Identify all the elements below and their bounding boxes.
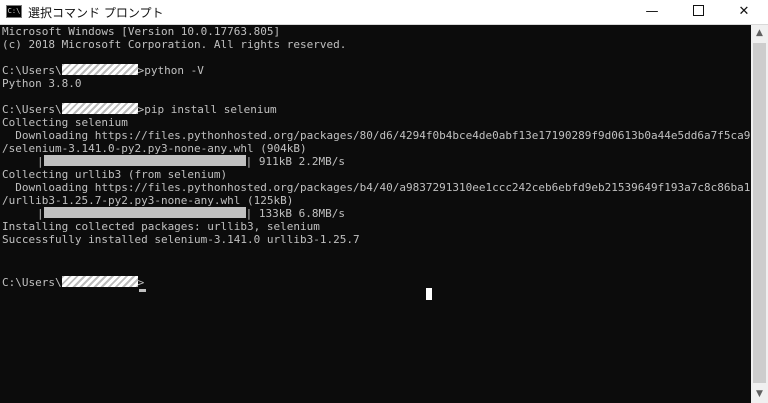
prompt-path: C:\Users\ — [2, 276, 62, 289]
prompt-path: C:\Users\ — [2, 103, 62, 116]
progress-stats: | 133kB 6.8MB/s — [245, 207, 345, 220]
progress-left-edge: | — [37, 155, 44, 168]
console-line-download-selenium: Downloading https://files.pythonhosted.o… — [2, 129, 751, 142]
maximize-button[interactable] — [675, 0, 721, 24]
console-line-python-version: Python 3.8.0 — [2, 77, 82, 90]
console-line-selenium-file: /selenium-3.141.0-py2.py3-none-any.whl (… — [2, 142, 307, 155]
scroll-down-arrow-icon[interactable]: ▼ — [751, 386, 768, 403]
window-title: 選択コマンド プロンプト — [28, 6, 164, 20]
progress-bar-selenium — [43, 155, 246, 166]
console-line-collecting-selenium: Collecting selenium — [2, 116, 128, 129]
console-line-progress-selenium: | | 911kB 2.2MB/s — [2, 155, 345, 168]
console-line-copyright: (c) 2018 Microsoft Corporation. All righ… — [2, 38, 347, 51]
minimize-button[interactable]: — — [629, 0, 675, 24]
progress-bar-urllib3 — [43, 207, 246, 218]
redacted-username — [61, 103, 138, 114]
progress-stats: | 911kB 2.2MB/s — [245, 155, 345, 168]
scrollbar-thumb[interactable] — [753, 43, 766, 383]
console-line-prompt-python: C:\Users\ >python -V — [2, 64, 204, 77]
console-line-success: Successfully installed selenium-3.141.0 … — [2, 233, 360, 246]
console-line-download-urllib3: Downloading https://files.pythonhosted.o… — [2, 181, 751, 194]
console-line-installing: Installing collected packages: urllib3, … — [2, 220, 320, 233]
command-text: >python -V — [137, 64, 204, 77]
progress-left-edge: | — [37, 207, 44, 220]
mouse-ibeam-cursor — [426, 288, 432, 300]
title-bar[interactable]: C:\ 選択コマンド プロンプト — ✕ — [0, 0, 768, 25]
redacted-username — [61, 276, 138, 287]
maximize-icon — [692, 5, 704, 16]
console-line-version: Microsoft Windows [Version 10.0.17763.80… — [2, 25, 281, 38]
command-text: >pip install selenium — [137, 103, 277, 116]
redacted-username — [61, 64, 138, 75]
console-line-prompt-pip: C:\Users\ >pip install selenium — [2, 103, 277, 116]
vertical-scrollbar[interactable]: ▲ ▼ — [751, 25, 768, 403]
console-line-urllib3-file: /urllib3-1.25.7-py2.py3-none-any.whl (12… — [2, 194, 294, 207]
text-cursor — [139, 289, 146, 292]
console-line-collecting-urllib3: Collecting urllib3 (from selenium) — [2, 168, 228, 181]
close-button[interactable]: ✕ — [721, 0, 767, 24]
command-prompt-icon[interactable]: C:\ — [6, 5, 22, 18]
console-line-progress-urllib3: | | 133kB 6.8MB/s — [2, 207, 345, 220]
console-line-current-prompt: C:\Users\ > — [2, 276, 144, 289]
prompt-path: C:\Users\ — [2, 64, 62, 77]
console-output[interactable]: Microsoft Windows [Version 10.0.17763.80… — [0, 25, 751, 403]
prompt-symbol: > — [137, 276, 145, 289]
command-prompt-window: C:\ 選択コマンド プロンプト — ✕ Microsoft Windows [… — [0, 0, 768, 403]
scroll-up-arrow-icon[interactable]: ▲ — [751, 25, 768, 42]
